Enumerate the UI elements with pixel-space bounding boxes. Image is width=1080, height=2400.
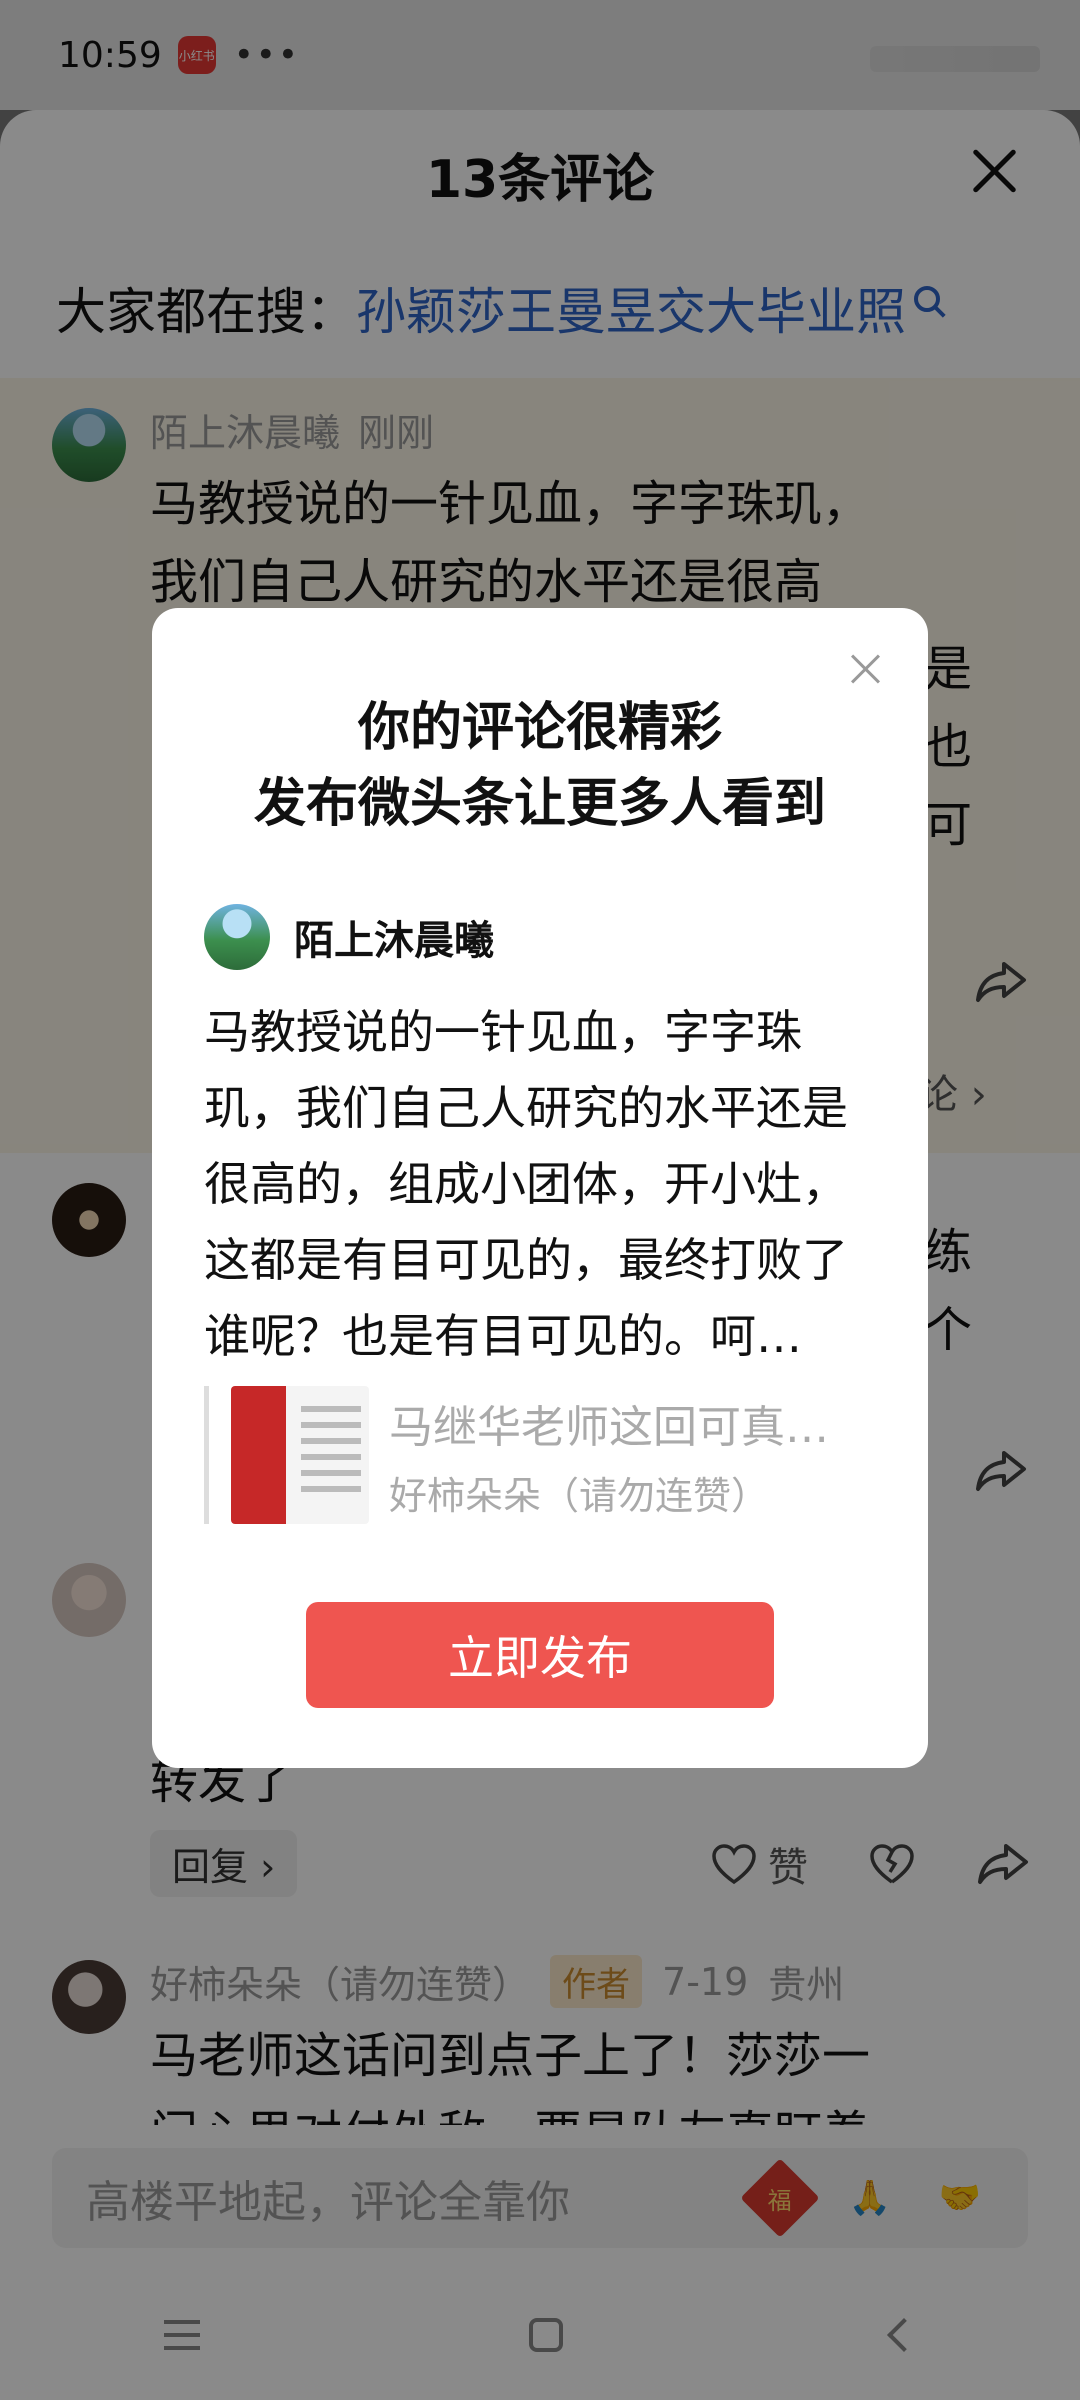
dialog-user: 陌上沐晨曦 (204, 904, 494, 970)
close-icon[interactable] (848, 650, 884, 686)
dialog-title: 你的评论很精彩 发布微头条让更多人看到 (152, 690, 928, 842)
quoted-post-author: 好柿朵朵（请勿连赞） (389, 1473, 770, 1518)
dialog-comment-text: 马教授说的一针见血，字字珠玑，我们自己人研究的水平还是很高的，组成小团体，开小灶… (204, 1005, 848, 1363)
dialog-title-line1: 你的评论很精彩 (357, 698, 722, 758)
avatar (204, 904, 270, 970)
dialog-username: 陌上沐晨曦 (294, 918, 494, 964)
quoted-post: 马继华老师这回可真… 好柿朵朵（请勿连赞） (204, 1386, 884, 1524)
quoted-post-thumbnail (231, 1386, 369, 1524)
publish-now-button[interactable]: 立即发布 (306, 1602, 774, 1708)
quoted-post-info: 马继华老师这回可真… 好柿朵朵（请勿连赞） (389, 1391, 829, 1520)
dialog-title-line2: 发布微头条让更多人看到 (253, 774, 826, 834)
quoted-post-title: 马继华老师这回可真… (389, 1401, 829, 1453)
publish-dialog: 你的评论很精彩 发布微头条让更多人看到 陌上沐晨曦 马教授说的一针见血，字字珠玑… (152, 608, 928, 1768)
